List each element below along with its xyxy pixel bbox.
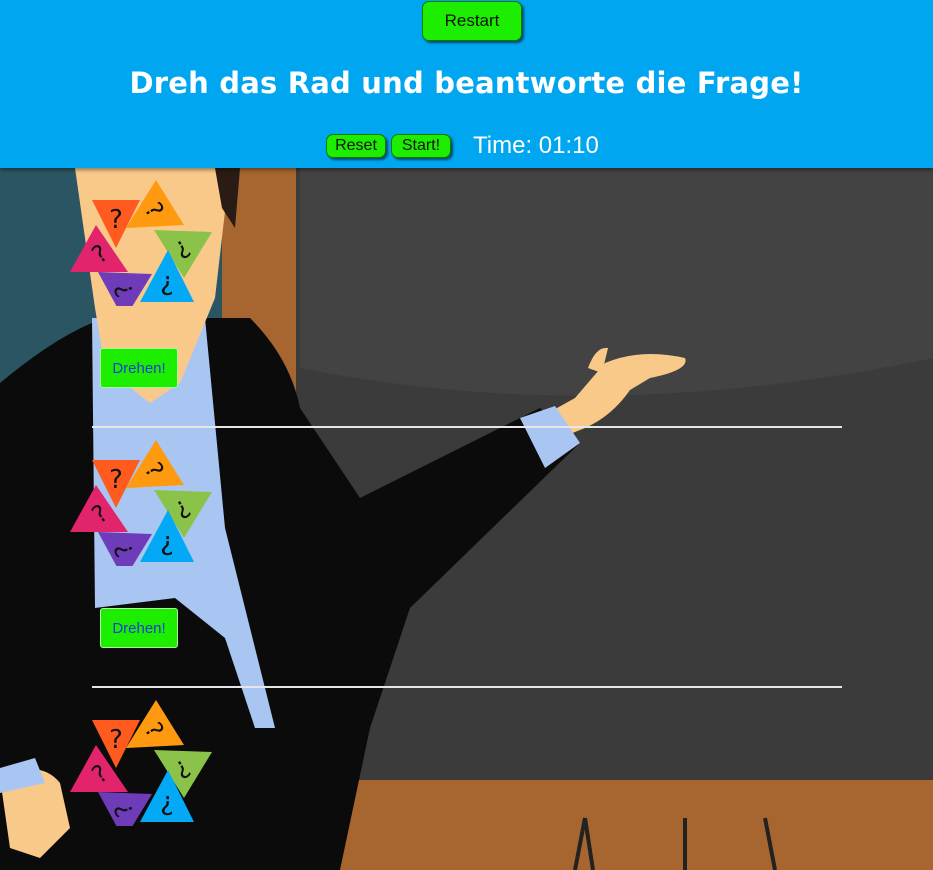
timer-value: 01:10 [538,132,599,159]
question-wheel-1[interactable]: ? ? ? ? ? ? [68,180,216,306]
spin-button-1[interactable]: Drehen! [100,348,178,388]
header-bar: Restart Dreh das Rad und beantworte die … [0,0,933,168]
timer: Time: 01:10 [473,132,599,160]
svg-text:?: ? [160,269,174,299]
reset-button[interactable]: Reset [326,134,386,158]
question-wheel-2[interactable]: ? ? ? ? ? ? [68,440,216,566]
svg-text:?: ? [160,789,174,819]
svg-text:?: ? [109,725,123,755]
restart-button[interactable]: Restart [422,1,522,41]
svg-text:?: ? [109,465,123,495]
round-divider-2 [92,686,842,688]
start-button[interactable]: Start! [391,134,451,158]
page-title: Dreh das Rad und beantworte die Frage! [129,66,804,100]
spin-button-2[interactable]: Drehen! [100,608,178,648]
question-wheel-3[interactable]: ? ? ? ? ? ? [68,700,216,826]
round-divider-1 [92,426,842,428]
timer-label: Time: [473,132,533,159]
svg-text:?: ? [160,529,174,559]
svg-text:?: ? [109,205,123,235]
